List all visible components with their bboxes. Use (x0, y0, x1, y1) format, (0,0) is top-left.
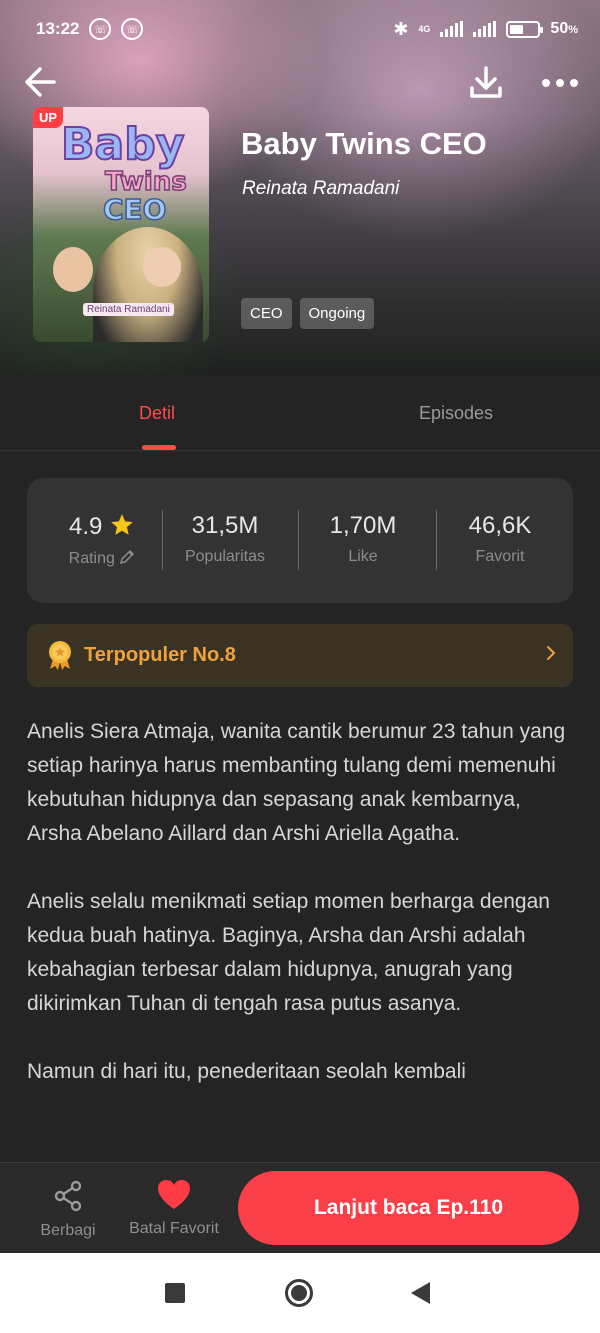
book-title: Baby Twins CEO (241, 126, 487, 161)
stat-label: Like (348, 548, 378, 565)
tag-list: CEO Ongoing (241, 298, 375, 329)
synopsis-paragraph: Anelis Siera Atmaja, wanita cantik berum… (27, 720, 566, 845)
stat-label: Popularitas (184, 548, 266, 565)
signal-icon (440, 21, 464, 37)
stat-like: 1,70M Like (298, 512, 428, 566)
bluetooth-icon: ✱ (393, 18, 409, 39)
tag-chip[interactable]: Ongoing (299, 298, 375, 329)
cover-title-line: Baby (60, 118, 185, 171)
home-icon[interactable] (285, 1279, 313, 1307)
stat-popularity: 31,5M Popularitas (160, 512, 290, 566)
top-bar (0, 60, 600, 104)
cover-baby (143, 247, 181, 287)
ranking-banner[interactable]: Terpopuler No.8 (27, 624, 573, 687)
rating-value: 4.9 (68, 513, 103, 540)
cover-title-line: CEO (102, 192, 167, 227)
book-cover[interactable]: UP Baby Twins CEO Reinata Ramadani (33, 107, 209, 342)
heart-icon (158, 1180, 190, 1209)
tab-episodes[interactable]: Episodes (419, 403, 493, 424)
book-author[interactable]: Reinata Ramadani (242, 178, 399, 200)
continue-reading-button[interactable]: Lanjut baca Ep.110 (238, 1171, 579, 1245)
battery-icon (506, 20, 544, 38)
favorite-label: Batal Favorit (129, 1220, 219, 1237)
stat-favorite: 46,6K Favorit (435, 512, 565, 566)
download-icon[interactable] (466, 62, 506, 102)
share-label: Berbagi (40, 1222, 96, 1239)
stat-label: Rating (68, 550, 115, 567)
whatsapp-icon: ☏ (121, 18, 144, 40)
arrow-left-icon[interactable] (20, 62, 60, 102)
network-label: 4G (418, 24, 431, 34)
share-button[interactable]: Berbagi (30, 1179, 106, 1240)
synopsis: Anelis Siera Atmaja, wanita cantik berum… (27, 715, 575, 1123)
stat-value: 1,70M (329, 512, 397, 539)
stat-rating[interactable]: 4.9 Rating (37, 512, 167, 568)
cover-person (93, 227, 203, 342)
cover-author: Reinata Ramadani (83, 303, 174, 316)
synopsis-paragraph: Anelis selalu menikmati setiap momen ber… (27, 890, 550, 1015)
pencil-icon[interactable] (119, 549, 135, 565)
more-horizontal-icon[interactable] (538, 62, 582, 102)
stats-card: 4.9 Rating 31,5M Popularitas 1,70M Like … (27, 478, 573, 603)
back-icon[interactable] (411, 1282, 430, 1304)
synopsis-paragraph: Namun di hari itu, penederitaan seolah k… (27, 1060, 466, 1083)
medal-icon (49, 641, 71, 670)
tag-chip[interactable]: CEO (241, 298, 292, 329)
star-icon (111, 514, 133, 535)
tab-detil[interactable]: Detil (139, 403, 175, 424)
chevron-right-icon (547, 646, 556, 660)
cover-baby (53, 247, 93, 292)
stat-value: 46,6K (468, 512, 532, 539)
recents-icon[interactable] (165, 1283, 185, 1303)
unfavorite-button[interactable]: Batal Favorit (122, 1179, 226, 1238)
status-bar: 13:22 ☏ ☏ ✱ 4G 50% (0, 0, 600, 58)
system-nav-bar (0, 1253, 600, 1333)
signal-icon (473, 21, 497, 37)
battery-percent: 50% (550, 20, 578, 37)
ranking-label: Terpopuler No.8 (84, 644, 236, 666)
stat-value: 31,5M (191, 512, 259, 539)
update-badge: UP (33, 107, 64, 128)
book-header: 13:22 ☏ ☏ ✱ 4G 50% UP Baby Twins CEO Rei… (0, 0, 600, 375)
active-tab-indicator (142, 445, 176, 450)
status-time: 13:22 (36, 19, 80, 38)
share-icon (54, 1180, 82, 1212)
tab-bar: Detil Episodes (0, 375, 600, 451)
whatsapp-icon: ☏ (89, 18, 112, 40)
stat-label: Favorit (475, 548, 525, 565)
action-bar: Berbagi Batal Favorit Lanjut baca Ep.110 (0, 1162, 600, 1253)
